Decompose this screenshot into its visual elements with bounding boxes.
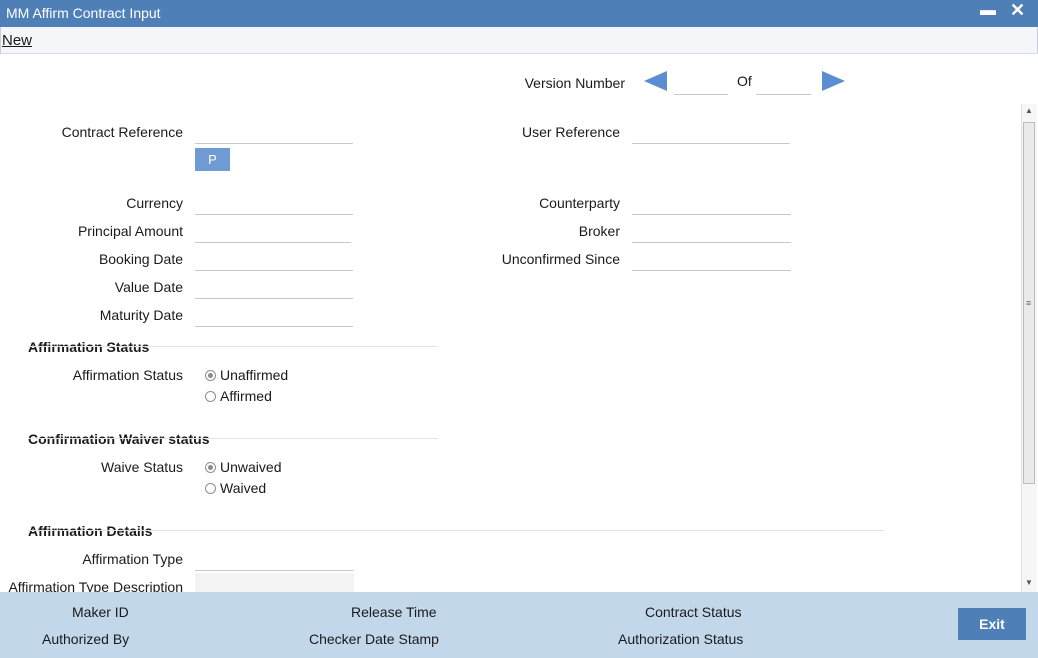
- p-button[interactable]: P: [195, 148, 230, 171]
- authorized-by-label: Authorized By: [42, 631, 130, 647]
- counterparty-input[interactable]: [632, 194, 791, 215]
- radio-unwaived[interactable]: Unwaived: [205, 459, 281, 475]
- version-current-input[interactable]: [674, 74, 728, 95]
- counterparty-label: Counterparty: [539, 195, 620, 211]
- contract-status-label: Contract Status: [645, 604, 742, 620]
- currency-label: Currency: [126, 195, 183, 211]
- radio-unselected-icon: [205, 390, 216, 402]
- principal-amount-input[interactable]: [195, 222, 351, 243]
- radio-unaffirmed[interactable]: Unaffirmed: [205, 367, 288, 383]
- previous-version-icon[interactable]: [644, 71, 667, 91]
- section-divider: [28, 530, 884, 531]
- principal-amount-label: Principal Amount: [77, 223, 183, 239]
- radio-unaffirmed-label: Unaffirmed: [220, 367, 289, 383]
- new-menu-item[interactable]: New: [2, 32, 32, 49]
- affirmation-details-section-title: Affirmation Details: [28, 523, 153, 539]
- form-content: Version Number Of Contract Reference P U…: [0, 54, 1020, 592]
- contract-reference-input[interactable]: [195, 123, 353, 144]
- vertical-scrollbar[interactable]: ▲ ≡ ▼: [1021, 104, 1037, 592]
- minimize-icon[interactable]: ▬: [980, 2, 996, 20]
- affirmation-type-description-label: Affirmation Type Description: [8, 579, 183, 592]
- version-number-label: Version Number: [524, 75, 625, 91]
- window-titlebar: MM Affirm Contract Input ▬ ✕: [0, 0, 1038, 27]
- scroll-grip-icon: ≡: [1026, 298, 1032, 308]
- unconfirmed-since-input[interactable]: [632, 250, 791, 271]
- authorization-status-label: Authorization Status: [618, 631, 744, 647]
- user-reference-input[interactable]: [632, 123, 790, 144]
- radio-selected-icon: [205, 461, 216, 473]
- waiver-status-section-title: Confirmation Waiver status: [28, 431, 210, 447]
- section-divider: [28, 438, 438, 439]
- section-divider: [28, 346, 438, 347]
- radio-selected-icon: [205, 369, 216, 381]
- affirmation-status-label: Affirmation Status: [72, 367, 183, 383]
- broker-label: Broker: [578, 223, 620, 239]
- version-of-label: Of: [737, 73, 752, 89]
- maturity-date-input[interactable]: [195, 306, 353, 327]
- maker-id-label: Maker ID: [72, 604, 129, 620]
- radio-affirmed[interactable]: Affirmed: [205, 388, 272, 404]
- scroll-down-icon[interactable]: ▼: [1025, 578, 1033, 587]
- scroll-up-icon[interactable]: ▲: [1025, 106, 1033, 115]
- radio-waived[interactable]: Waived: [205, 480, 266, 496]
- audit-footer: Maker ID Release Time Contract Status Au…: [0, 592, 1038, 658]
- checker-date-stamp-label: Checker Date Stamp: [309, 631, 439, 647]
- exit-button[interactable]: Exit: [958, 608, 1026, 640]
- affirmation-type-input[interactable]: [195, 550, 354, 571]
- radio-waived-label: Waived: [220, 480, 267, 496]
- menu-bar: New: [0, 27, 1038, 54]
- unconfirmed-since-label: Unconfirmed Since: [501, 251, 620, 267]
- radio-affirmed-label: Affirmed: [220, 388, 272, 404]
- release-time-label: Release Time: [351, 604, 437, 620]
- affirmation-type-description-input: [195, 573, 354, 592]
- value-date-label: Value Date: [114, 279, 183, 295]
- currency-input[interactable]: [195, 194, 353, 215]
- booking-date-input[interactable]: [195, 250, 353, 271]
- booking-date-label: Booking Date: [98, 251, 183, 267]
- affirmation-status-section-title: Affirmation Status: [28, 339, 150, 355]
- window-title: MM Affirm Contract Input: [6, 5, 161, 21]
- user-reference-label: User Reference: [521, 124, 620, 140]
- waive-status-label: Waive Status: [101, 459, 183, 475]
- affirmation-type-label: Affirmation Type: [82, 551, 183, 567]
- contract-reference-label: Contract Reference: [61, 124, 183, 140]
- radio-unwaived-label: Unwaived: [220, 459, 282, 475]
- broker-input[interactable]: [632, 222, 791, 243]
- close-icon[interactable]: ✕: [1010, 0, 1025, 21]
- next-version-icon[interactable]: [822, 71, 845, 91]
- scrollbar-thumb[interactable]: ≡: [1023, 122, 1035, 484]
- maturity-date-label: Maturity Date: [99, 307, 183, 323]
- version-total-input[interactable]: [756, 74, 811, 95]
- radio-unselected-icon: [205, 482, 216, 494]
- value-date-input[interactable]: [195, 278, 353, 299]
